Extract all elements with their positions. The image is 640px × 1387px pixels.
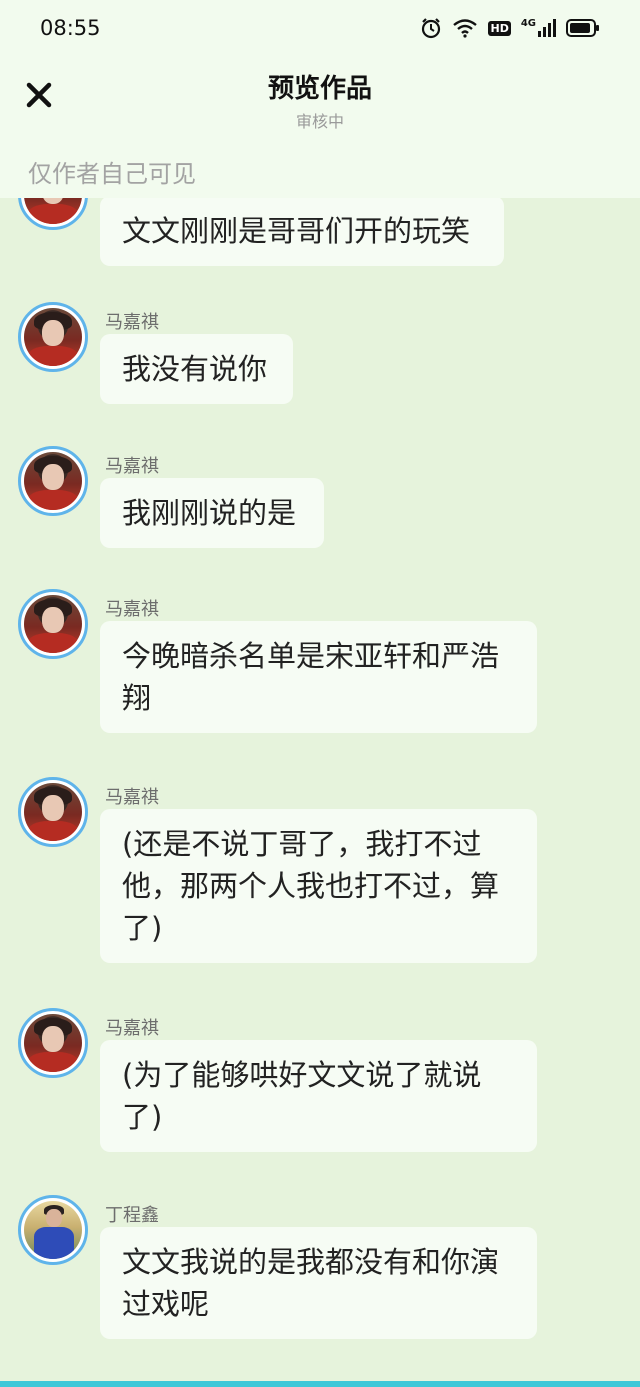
sender-name: 马嘉祺 — [105, 456, 159, 477]
avatar[interactable] — [18, 1195, 88, 1265]
message-bubble[interactable]: 文文刚刚是哥哥们开的玩笑 — [100, 196, 504, 266]
avatar[interactable] — [18, 302, 88, 372]
message-bubble[interactable]: 我没有说你 — [100, 334, 293, 404]
status-bar: 08:55 HD 4G — [0, 0, 640, 56]
header: 预览作品 审核中 仅作者自己可见 — [0, 56, 640, 198]
message-bubble[interactable]: 今晚暗杀名单是宋亚轩和严浩翔 — [100, 621, 537, 733]
message-bubble[interactable]: 文文我说的是我都没有和你演过戏呢 — [100, 1227, 537, 1339]
signal-4g-icon: 4G — [521, 19, 556, 37]
status-icons: HD 4G — [420, 17, 600, 39]
sender-name: 马嘉祺 — [105, 787, 159, 808]
battery-icon — [566, 19, 599, 37]
wifi-icon — [453, 19, 478, 38]
sender-name: 丁程鑫 — [105, 1205, 159, 1226]
sender-name: 马嘉祺 — [105, 1018, 159, 1039]
avatar[interactable] — [18, 777, 88, 847]
review-status: 审核中 — [295, 112, 344, 131]
avatar[interactable] — [18, 446, 88, 516]
sender-name: 马嘉祺 — [105, 599, 159, 620]
visibility-note: 仅作者自己可见 — [28, 160, 196, 188]
message-bubble[interactable]: (还是不说丁哥了，我打不过他，那两个人我也打不过，算了) — [100, 809, 537, 963]
avatar[interactable] — [18, 1008, 88, 1078]
sender-name: 马嘉祺 — [105, 312, 159, 333]
avatar[interactable] — [18, 589, 88, 659]
page-title: 预览作品 — [267, 74, 372, 104]
message-bubble[interactable]: 我刚刚说的是 — [100, 478, 324, 548]
chat-list[interactable]: 文文刚刚是哥哥们开的玩笑 马嘉祺 我没有说你 马嘉祺 我刚刚说的是 马嘉祺 今晚… — [0, 0, 640, 1387]
bottom-accent-bar — [0, 1381, 640, 1387]
status-time: 08:55 — [40, 16, 101, 40]
alarm-icon — [422, 18, 441, 39]
hd-icon: HD — [488, 20, 511, 36]
message-bubble[interactable]: (为了能够哄好文文说了就说了) — [100, 1040, 537, 1152]
